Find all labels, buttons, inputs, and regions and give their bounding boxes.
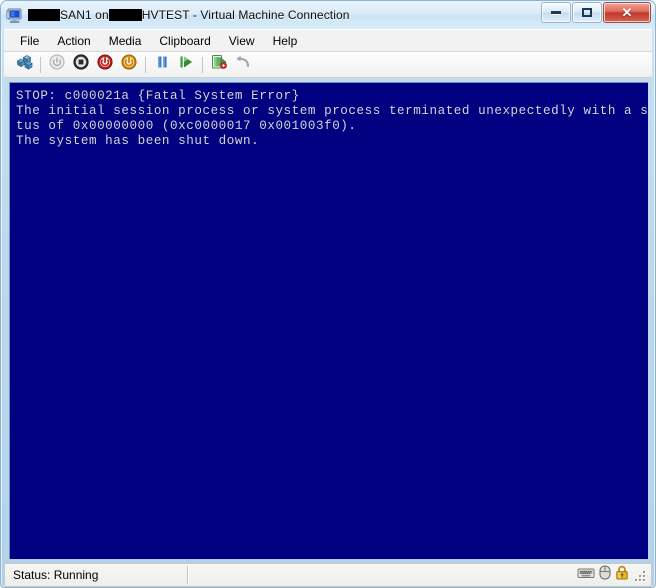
mouse-icon[interactable] [599, 565, 611, 585]
status-text: Status: Running [13, 568, 99, 582]
lock-icon[interactable] [615, 565, 629, 585]
snapshot-button[interactable] [207, 54, 231, 76]
menu-view[interactable]: View [220, 32, 264, 50]
minimize-icon [542, 3, 570, 22]
shut-down-button[interactable] [69, 54, 93, 76]
vm-screen-container: STOP: c000021a {Fatal System Error} The … [4, 78, 652, 559]
snapshot-icon [211, 54, 228, 75]
status-divider [187, 566, 188, 584]
menu-file[interactable]: File [11, 32, 48, 50]
redacted-hostname-prefix [28, 9, 60, 21]
keyboard-icon[interactable] [577, 566, 595, 585]
virtual-machine-connection-window: SAN1 on HVTEST - Virtual Machine Connect… [0, 0, 656, 588]
toolbar-separator [40, 56, 41, 73]
window-title: SAN1 on HVTEST - Virtual Machine Connect… [28, 8, 350, 22]
ctrl-alt-delete-button[interactable] [12, 54, 36, 76]
pause-icon [155, 55, 170, 74]
window-title-part-2: HVTEST - Virtual Machine Connection [141, 8, 350, 22]
toolbar-separator [145, 56, 146, 73]
reset-button[interactable] [117, 54, 141, 76]
toolbar-separator [202, 56, 203, 73]
maximize-button[interactable] [572, 2, 602, 23]
revert-icon [235, 55, 251, 74]
toolbar [4, 52, 652, 78]
start-power-button[interactable] [45, 54, 69, 76]
redacted-server-prefix [108, 9, 142, 21]
title-bar[interactable]: SAN1 on HVTEST - Virtual Machine Connect… [1, 1, 655, 29]
status-bar: Status: Running [4, 563, 652, 587]
ctrl-alt-delete-icon [16, 54, 33, 75]
bsod-message: STOP: c000021a {Fatal System Error} The … [16, 89, 648, 148]
menu-clipboard[interactable]: Clipboard [150, 32, 219, 50]
menu-bar: File Action Media Clipboard View Help [4, 29, 652, 52]
pause-button[interactable] [150, 54, 174, 76]
turn-off-icon [97, 54, 113, 75]
menu-action[interactable]: Action [48, 32, 99, 50]
maximize-icon [573, 3, 601, 22]
start-power-icon [49, 54, 65, 75]
resume-icon [178, 55, 194, 74]
virtual-machine-monitor-icon [6, 7, 24, 25]
turn-off-button[interactable] [93, 54, 117, 76]
close-icon: ✕ [621, 4, 633, 20]
close-button[interactable]: ✕ [603, 2, 651, 23]
window-controls: ✕ [540, 2, 651, 23]
revert-button[interactable] [231, 54, 255, 76]
minimize-button[interactable] [541, 2, 571, 23]
vm-screen[interactable]: STOP: c000021a {Fatal System Error} The … [9, 82, 648, 559]
window-title-part-1: SAN1 on [60, 8, 109, 22]
resume-button[interactable] [174, 54, 198, 76]
menu-media[interactable]: Media [100, 32, 151, 50]
menu-help[interactable]: Help [264, 32, 307, 50]
resize-grip[interactable] [635, 569, 647, 581]
status-indicator-group [577, 565, 651, 585]
shut-down-icon [73, 54, 89, 75]
reset-icon [121, 54, 137, 75]
